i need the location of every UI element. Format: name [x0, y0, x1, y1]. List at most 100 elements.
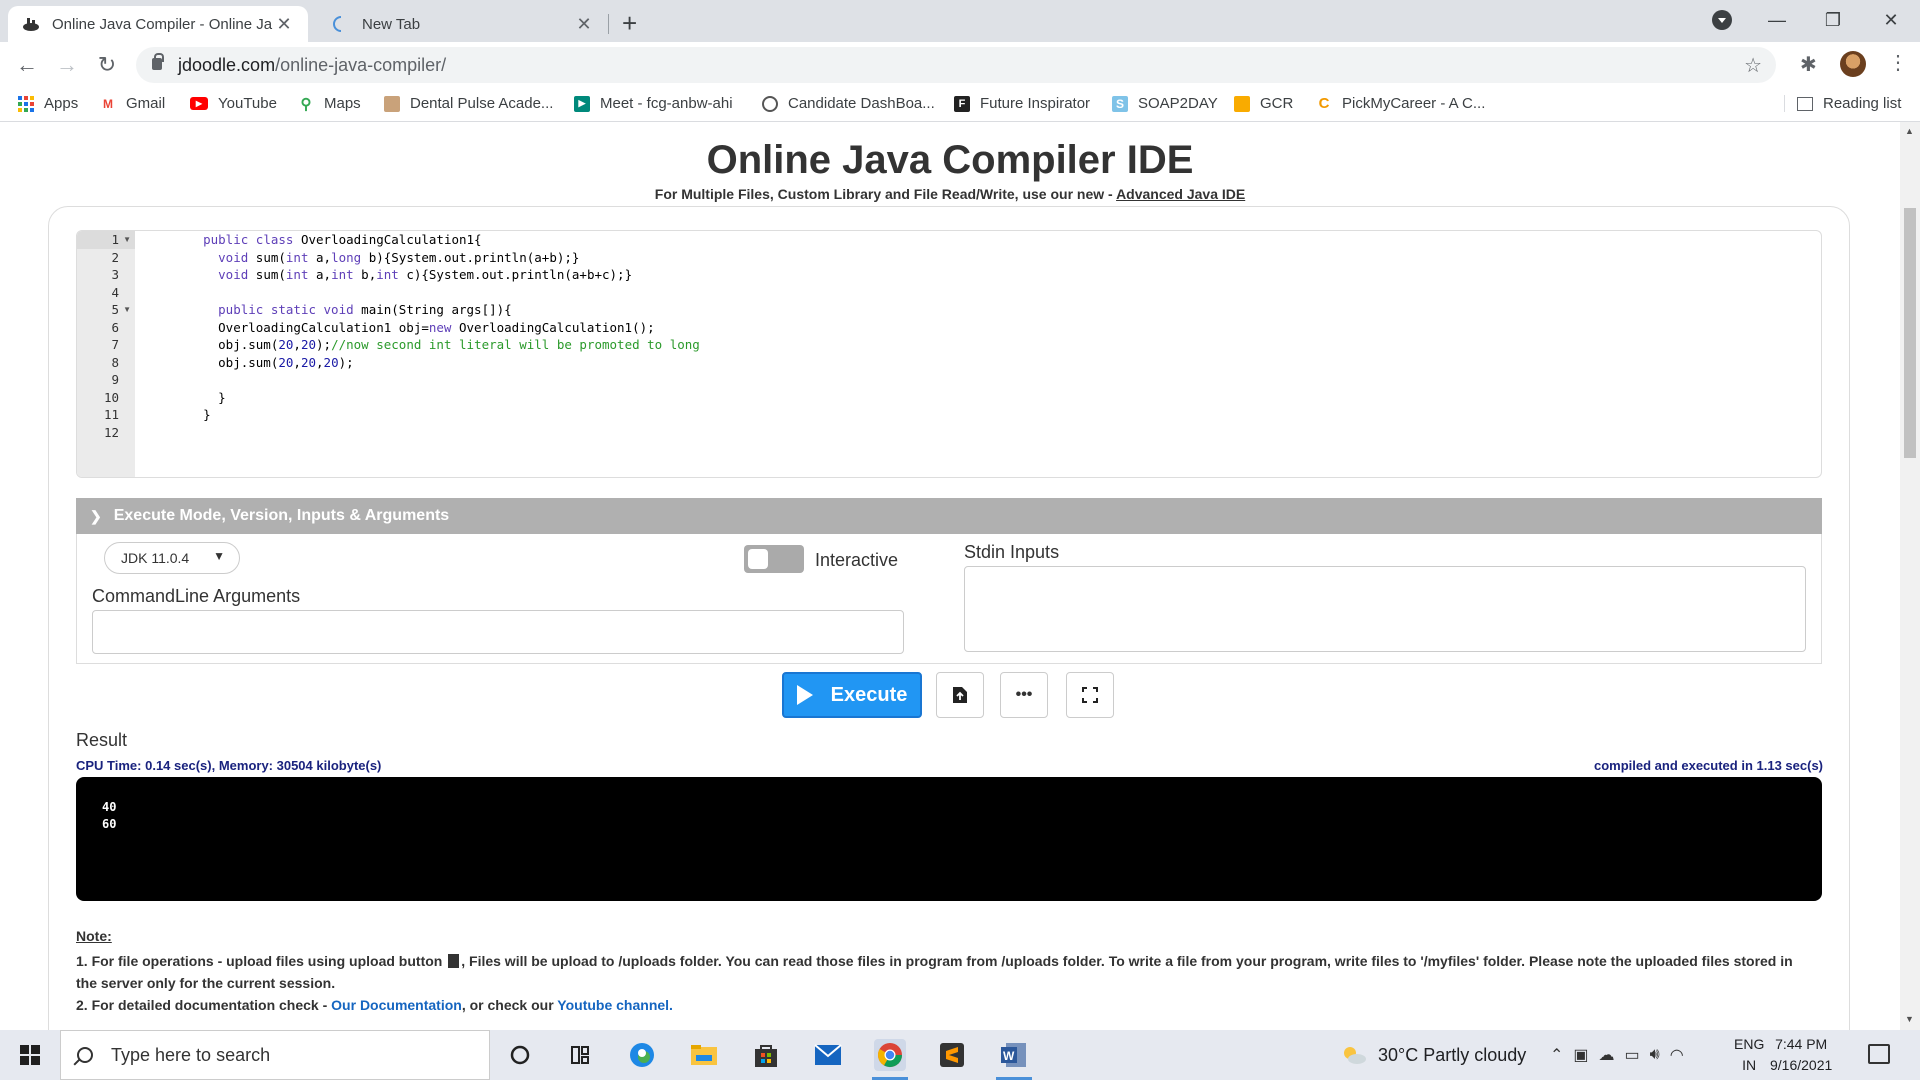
cmd-args-input[interactable] [92, 610, 904, 654]
bookmark-future-inspirator[interactable]: F Future Inspirator [954, 95, 1090, 112]
interactive-toggle[interactable] [744, 545, 804, 573]
battery-icon[interactable]: ▭ [1625, 1045, 1640, 1065]
line-number: 4 [111, 284, 119, 300]
address-bar[interactable]: jdoodle.com/online-java-compiler/ ☆ [136, 47, 1776, 83]
extensions-puzzle-icon[interactable]: ✱ [1800, 52, 1817, 77]
tab-close-icon[interactable]: ✕ [274, 14, 294, 35]
weather-widget[interactable]: 30°C Partly cloudy [1340, 1030, 1526, 1080]
execute-options-header[interactable]: ❯ Execute Mode, Version, Inputs & Argume… [76, 498, 1822, 534]
lock-icon [152, 53, 164, 70]
page-scrollbar[interactable]: ▲ ▼ [1900, 122, 1920, 1030]
code-line: } [173, 389, 226, 405]
code-line: obj.sum(20,20);//now second int literal … [173, 337, 700, 352]
bookmark-soap2day[interactable]: S SOAP2DAY [1112, 95, 1218, 112]
word-icon[interactable]: W [998, 1039, 1030, 1071]
bookmark-gmail[interactable]: M Gmail [100, 95, 165, 112]
taskbar-search-box[interactable]: Type here to search [60, 1030, 490, 1080]
scrollbar-thumb[interactable] [1904, 208, 1916, 458]
maximize-button[interactable]: ❐ [1810, 4, 1856, 36]
svg-text:W: W [1003, 1049, 1015, 1063]
loading-spinner-icon [332, 15, 350, 33]
cpu-info: CPU Time: 0.14 sec(s), Memory: 30504 kil… [76, 758, 382, 773]
line-number: 12 [103, 424, 119, 440]
tab-new-tab[interactable]: New Tab ✕ [318, 6, 608, 42]
youtube-channel-link[interactable]: Youtube channel. [557, 997, 673, 1013]
wifi-icon[interactable]: ◠ [1670, 1045, 1684, 1065]
edge-icon[interactable] [626, 1039, 658, 1071]
maps-pin-icon: ⚲ [300, 95, 312, 113]
tab-search-icon[interactable] [1712, 10, 1732, 30]
stdin-textarea[interactable] [964, 566, 1806, 652]
browser-tab-strip: Online Java Compiler - Online Ja ✕ New T… [0, 0, 1920, 42]
line-number: 11 [103, 407, 119, 422]
reading-list-button[interactable]: Reading list [1784, 95, 1901, 112]
bookmark-meet[interactable]: ▶ Meet - fcg-anbw-ahi [574, 95, 733, 112]
file-explorer-icon[interactable] [688, 1039, 720, 1071]
taskbar-clock[interactable]: 7:44 PM 9/16/2021 [1770, 1034, 1832, 1076]
upload-file-icon [953, 687, 967, 703]
gmail-icon: M [103, 96, 113, 111]
tab-close-icon[interactable]: ✕ [574, 14, 594, 35]
cortana-icon[interactable] [504, 1039, 536, 1071]
upload-file-button[interactable] [936, 672, 984, 718]
reload-icon[interactable]: ↻ [92, 50, 122, 80]
output-line: 40 [102, 800, 117, 814]
execute-button[interactable]: Execute [782, 672, 922, 718]
chrome-icon[interactable] [874, 1039, 906, 1071]
bookmark-pickmycareer[interactable]: C PickMyCareer - A C... [1316, 95, 1486, 112]
bookmark-candidate[interactable]: Candidate DashBoa... [762, 95, 935, 112]
volume-icon[interactable]: 🔊︎ [1650, 1046, 1660, 1064]
notification-center-icon[interactable] [1868, 1044, 1890, 1064]
store-icon[interactable] [750, 1039, 782, 1071]
fold-arrow-icon[interactable]: ▼ [123, 305, 131, 314]
close-window-button[interactable]: ✕ [1868, 4, 1914, 36]
page-subtitle: For Multiple Files, Custom Library and F… [654, 186, 1246, 202]
bookmark-gcr[interactable]: GCR [1234, 95, 1293, 112]
bookmark-youtube[interactable]: ▶ YouTube [190, 95, 277, 112]
bookmark-maps[interactable]: ⚲ Maps [298, 95, 361, 113]
jdk-version-select[interactable]: JDK 11.0.4 ▼ [104, 542, 240, 574]
bookmark-dental-pulse[interactable]: Dental Pulse Acade... [384, 95, 553, 112]
minimize-button[interactable]: — [1754, 4, 1800, 36]
new-tab-plus-icon[interactable]: + [622, 8, 637, 39]
code-editor[interactable]: 1 ▼ 2 3 4 5 ▼ 6 7 8 9 10 11 12 public class Overloadi… [76, 230, 1822, 478]
compiled-info: compiled and executed in 1.13 sec(s) [1593, 758, 1823, 773]
windows-start-icon[interactable] [20, 1045, 40, 1065]
gcr-icon [1234, 95, 1250, 112]
onedrive-cloud-icon[interactable]: ☁ [1599, 1045, 1615, 1065]
page-content: Online Java Compiler IDE For Multiple Fi… [0, 122, 1900, 1030]
bookmark-apps[interactable]: Apps [18, 95, 78, 112]
dental-pulse-icon [384, 95, 400, 112]
more-options-button[interactable]: ••• [1000, 672, 1048, 718]
back-arrow-icon[interactable]: ← [12, 50, 42, 80]
line-number: 10 [103, 389, 119, 405]
chevron-down-icon: ▼ [213, 549, 225, 563]
system-tray[interactable]: ⌃ ▣ ☁ ▭ 🔊︎ ◠ [1550, 1030, 1684, 1080]
language-indicator[interactable]: ENG IN [1734, 1034, 1764, 1076]
forward-arrow-icon[interactable]: → [52, 50, 82, 80]
documentation-link[interactable]: Our Documentation [331, 997, 462, 1013]
tab-jdoodle[interactable]: Online Java Compiler - Online Ja ✕ [8, 6, 308, 42]
scroll-up-icon[interactable]: ▲ [1905, 126, 1914, 136]
mail-icon[interactable] [812, 1039, 844, 1071]
chrome-menu-icon[interactable]: ⋮ [1888, 50, 1908, 75]
editor-gutter: 1 ▼ 2 3 4 5 ▼ 6 7 8 9 10 11 12 [77, 231, 135, 477]
upload-file-icon [448, 954, 460, 968]
code-content[interactable]: public class OverloadingCalculation1{ vo… [173, 231, 700, 441]
line-number: 9 [111, 372, 119, 387]
task-view-icon[interactable] [564, 1039, 596, 1071]
fold-arrow-icon[interactable]: ▼ [123, 235, 131, 244]
line-number: 6 [111, 319, 119, 335]
bookmark-star-icon[interactable]: ☆ [1744, 53, 1762, 78]
fullscreen-button[interactable] [1066, 672, 1114, 718]
profile-avatar[interactable] [1840, 51, 1866, 77]
show-hidden-icons-icon[interactable]: ⌃ [1550, 1045, 1563, 1065]
youtube-icon: ▶ [190, 97, 208, 110]
reading-list-icon [1797, 96, 1813, 111]
advanced-ide-link[interactable]: Advanced Java IDE [1116, 186, 1245, 202]
meet-now-icon[interactable]: ▣ [1573, 1045, 1588, 1065]
sublime-text-icon[interactable] [936, 1039, 968, 1071]
scroll-down-icon[interactable]: ▼ [1905, 1014, 1914, 1024]
cmd-args-label: CommandLine Arguments [92, 586, 301, 606]
